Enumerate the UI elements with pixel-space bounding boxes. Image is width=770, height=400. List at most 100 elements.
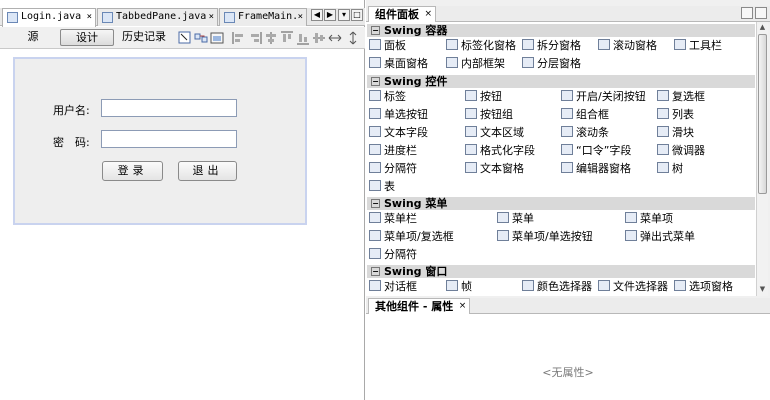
palette-item-desktop-pane[interactable]: 桌面窗格 — [369, 56, 428, 72]
palette-item-scroll-bar[interactable]: 滚动条 — [561, 125, 609, 141]
palette-item-password-field[interactable]: “口令”字段 — [561, 143, 631, 159]
center-horizontal-icon[interactable] — [264, 31, 278, 45]
palette-item-spinner[interactable]: 微调器 — [657, 143, 705, 159]
palette-item-option-pane[interactable]: 选项窗格 — [674, 279, 733, 295]
properties-title: 其他组件 - 属性 — [375, 300, 454, 313]
maximize-button[interactable] — [755, 7, 767, 19]
source-mode-button[interactable]: 源 — [18, 29, 48, 46]
table-icon — [369, 180, 381, 191]
palette-item-progress-bar[interactable]: 进度栏 — [369, 143, 417, 159]
right-panels: 组件面板 × − Swing 容器 面板 标签化窗格 拆分窗格 滚动窗格 工具栏 … — [366, 0, 770, 400]
preview-icon[interactable] — [210, 31, 224, 45]
palette-item-file-chooser[interactable]: 文件选择器 — [598, 279, 668, 295]
category-label: Swing 菜单 — [384, 197, 448, 210]
palette-item-frame[interactable]: 帧 — [446, 279, 472, 295]
palette-scrollbar[interactable]: ▲ ▼ — [756, 22, 768, 296]
resize-height-icon[interactable] — [346, 31, 360, 45]
restore-button[interactable] — [741, 7, 753, 19]
palette-item-internal-frame[interactable]: 内部框架 — [446, 56, 505, 72]
palette-item-split-pane[interactable]: 拆分窗格 — [522, 38, 581, 54]
palette-item-menu[interactable]: 菜单 — [497, 211, 534, 227]
scroll-right-button[interactable]: ▶ — [324, 9, 336, 21]
category-swing-controls[interactable]: − Swing 控件 — [367, 75, 755, 88]
history-mode-button[interactable]: 历史记录 — [118, 29, 170, 46]
align-right-icon[interactable] — [248, 31, 262, 45]
tab-framemain-java[interactable]: FrameMain. × — [219, 8, 307, 26]
tab-list-button[interactable]: ▾ — [338, 9, 350, 21]
close-icon[interactable]: × — [424, 7, 432, 22]
palette-item-checkbox[interactable]: 复选框 — [657, 89, 705, 105]
resize-width-icon[interactable] — [328, 31, 342, 45]
login-button[interactable]: 登录 — [102, 161, 163, 181]
palette-item-table[interactable]: 表 — [369, 179, 395, 195]
palette-item-combo-box[interactable]: 组合框 — [561, 107, 609, 123]
close-icon[interactable]: × — [209, 9, 214, 25]
close-icon[interactable]: × — [87, 9, 92, 25]
connection-mode-icon[interactable] — [194, 31, 208, 45]
palette-item-radio-button[interactable]: 单选按钮 — [369, 107, 428, 123]
palette-item-text-field[interactable]: 文本字段 — [369, 125, 428, 141]
palette-item-color-chooser[interactable]: 颜色选择器 — [522, 279, 592, 295]
palette-item-dialog[interactable]: 对话框 — [369, 279, 417, 295]
close-icon[interactable]: × — [298, 9, 303, 25]
palette-item-list[interactable]: 列表 — [657, 107, 694, 123]
scroll-up-icon[interactable]: ▲ — [758, 23, 767, 32]
collapse-icon[interactable]: − — [371, 199, 380, 208]
palette-item-menu-separator[interactable]: 分隔符 — [369, 247, 417, 263]
palette-item-label[interactable]: 标签 — [369, 89, 406, 105]
category-swing-windows[interactable]: − Swing 窗口 — [367, 265, 755, 278]
selection-mode-icon[interactable] — [178, 31, 192, 45]
palette-item-button[interactable]: 按钮 — [465, 89, 502, 105]
properties-tab[interactable]: 其他组件 - 属性 × — [368, 298, 471, 315]
palette-item-text-pane[interactable]: 文本窗格 — [465, 161, 524, 177]
palette-item-separator[interactable]: 分隔符 — [369, 161, 417, 177]
palette-item-slider[interactable]: 滑块 — [657, 125, 694, 141]
scroll-pane-icon — [598, 39, 610, 50]
palette-item-scroll-pane[interactable]: 滚动窗格 — [598, 38, 657, 54]
checkbox-icon — [657, 90, 669, 101]
tree-icon — [657, 162, 669, 173]
palette-item-tabbed-pane[interactable]: 标签化窗格 — [446, 38, 516, 54]
spinner-icon — [657, 144, 669, 155]
palette-item-toggle-button[interactable]: 开启/关闭按钮 — [561, 89, 646, 105]
palette-item-editor-pane[interactable]: 编辑器窗格 — [561, 161, 631, 177]
collapse-icon[interactable]: − — [371, 77, 380, 86]
password-field[interactable] — [101, 130, 237, 148]
palette-item-tree[interactable]: 树 — [657, 161, 683, 177]
exit-button[interactable]: 退出 — [178, 161, 237, 181]
palette-item-text-area[interactable]: 文本区域 — [465, 125, 524, 141]
palette-item-menu-item[interactable]: 菜单项 — [625, 211, 673, 227]
center-vertical-icon[interactable] — [312, 31, 326, 45]
collapse-icon[interactable]: − — [371, 26, 380, 35]
palette-item-panel[interactable]: 面板 — [369, 38, 406, 54]
palette-item-layered-pane[interactable]: 分层窗格 — [522, 56, 581, 72]
palette-item-menu-bar[interactable]: 菜单栏 — [369, 211, 417, 227]
category-swing-containers[interactable]: − Swing 容器 — [367, 24, 755, 37]
component-palette: − Swing 容器 面板 标签化窗格 拆分窗格 滚动窗格 工具栏 桌面窗格 内部… — [366, 22, 756, 296]
category-swing-menus[interactable]: − Swing 菜单 — [367, 197, 755, 210]
palette-tab[interactable]: 组件面板 × — [368, 6, 436, 23]
align-left-icon[interactable] — [232, 31, 246, 45]
design-form[interactable]: 用户名: 密 码: 登录 退出 — [13, 57, 307, 225]
scroll-down-icon[interactable]: ▼ — [758, 285, 767, 294]
design-mode-button[interactable]: 设计 — [60, 29, 114, 46]
scrollbar-thumb[interactable] — [758, 34, 767, 194]
empty-properties-text: <无属性> — [542, 366, 594, 379]
menu-item-icon — [625, 212, 637, 223]
tab-tabbedpane-java[interactable]: TabbedPane.java × — [97, 8, 218, 26]
palette-item-radio-menu-item[interactable]: 菜单项/单选按钮 — [497, 229, 593, 245]
palette-item-checkbox-menu-item[interactable]: 菜单项/复选框 — [369, 229, 454, 245]
align-top-icon[interactable] — [280, 31, 294, 45]
align-bottom-icon[interactable] — [296, 31, 310, 45]
collapse-icon[interactable]: − — [371, 267, 380, 276]
maximize-button[interactable]: □ — [351, 9, 363, 21]
palette-item-button-group[interactable]: 按钮组 — [465, 107, 513, 123]
palette-item-formatted-field[interactable]: 格式化字段 — [465, 143, 535, 159]
tab-login-java[interactable]: Login.java × — [2, 8, 96, 27]
palette-item-popup-menu[interactable]: 弹出式菜单 — [625, 229, 695, 245]
scroll-left-button[interactable]: ◀ — [311, 9, 323, 21]
separator-icon — [369, 248, 381, 259]
username-field[interactable] — [101, 99, 237, 117]
close-icon[interactable]: × — [459, 299, 467, 314]
palette-item-toolbar[interactable]: 工具栏 — [674, 38, 722, 54]
